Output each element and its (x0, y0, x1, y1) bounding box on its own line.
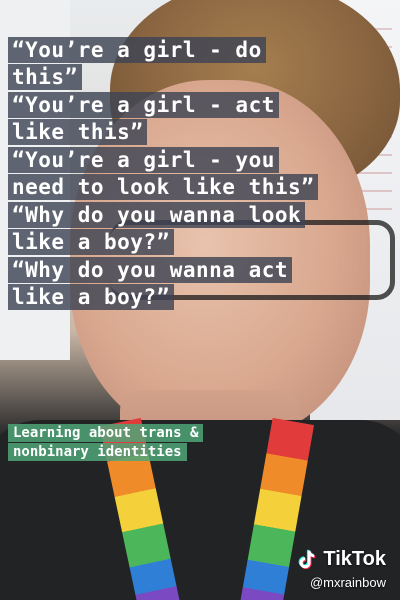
topic-badge: Learning about trans & nonbinary identit… (8, 424, 236, 462)
caption-line: “You’re a girl - you need to look like t… (8, 147, 319, 200)
caption-line: “You’re a girl - act like this” (8, 92, 279, 145)
tiktok-wordmark: TikTok (323, 548, 386, 570)
topic-badge-text: Learning about trans & nonbinary identit… (8, 424, 204, 461)
caption-line: “You’re a girl - do this” (8, 37, 266, 90)
video-frame[interactable]: “You’re a girl - do this” “You’re a girl… (0, 0, 400, 600)
caption-line: “Why do you wanna look like a boy?” (8, 202, 306, 255)
creator-handle[interactable]: @mxrainbow (310, 575, 386, 590)
tiktok-note-icon (299, 549, 316, 569)
tiktok-logo: TikTok (295, 548, 386, 571)
caption-line: “Why do you wanna act like a boy?” (8, 257, 293, 310)
quote-caption: “You’re a girl - do this” “You’re a girl… (8, 37, 326, 312)
